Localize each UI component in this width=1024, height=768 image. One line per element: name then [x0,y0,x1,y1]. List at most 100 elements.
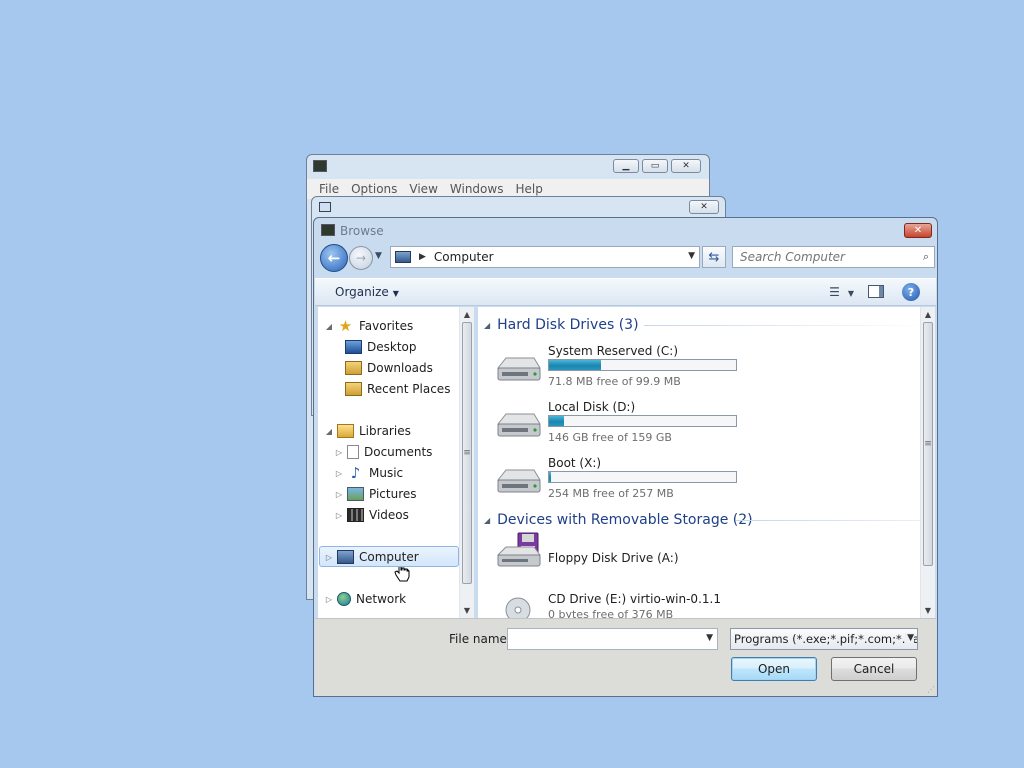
nav-videos[interactable]: ▷ Videos [334,505,409,525]
content-pane[interactable]: ◢ Hard Disk Drives (3) System Reserved (… [478,307,935,618]
drive-item[interactable]: Local Disk (D:) 146 GB free of 159 GB [494,400,914,454]
scrollbar-thumb[interactable]: ≡ [923,322,933,566]
nav-label: Pictures [369,487,417,501]
nav-label: Computer [359,550,419,564]
organize-label: Organize [335,285,389,299]
close-button[interactable]: ✕ [904,223,932,238]
group-header-label: Hard Disk Drives (3) [497,317,639,333]
scroll-up-arrow-icon[interactable]: ▲ [460,310,474,319]
expand-arrow-icon[interactable]: ▷ [334,490,344,499]
breadcrumb-arrow-icon[interactable]: ▶ [419,252,426,262]
music-icon: ♪ [350,464,361,482]
menu-file[interactable]: File [313,182,345,196]
nav-libraries[interactable]: ◢ Libraries [324,421,411,441]
nav-documents[interactable]: ▷ Documents [334,442,432,462]
file-type-select[interactable]: Programs (*.exe;*.pif;*.com;*.bat;*.cmd)… [730,628,918,650]
nav-label: Recent Places [367,382,451,396]
dialog-title: Browse [340,224,384,238]
close-button[interactable]: ✕ [689,200,719,214]
background-window-titlebar[interactable]: ▁ ▭ ✕ [307,155,709,179]
group-header-hdd[interactable]: ◢ Hard Disk Drives (3) [484,315,929,335]
content-scrollbar[interactable]: ▲ ≡ ▼ [920,307,935,618]
close-button[interactable]: ✕ [671,159,701,173]
menu-windows[interactable]: Windows [444,182,510,196]
drive-usage-fill [549,472,551,482]
nav-label: Favorites [359,319,414,333]
file-name-combobox[interactable]: ▼ [507,628,718,650]
computer-icon [337,550,354,564]
expand-arrow-icon[interactable]: ◢ [324,427,334,436]
change-view-button[interactable]: ☰ ▼ [829,285,854,299]
preview-pane-button[interactable] [868,285,884,298]
refresh-button[interactable]: ⇆ [702,246,726,268]
nav-pictures[interactable]: ▷ Pictures [334,484,417,504]
search-input[interactable] [740,250,910,264]
expand-arrow-icon[interactable]: ▷ [334,469,344,478]
floppy-drive-item[interactable]: Floppy Disk Drive (A:) [494,532,914,591]
nav-computer[interactable]: ▷ Computer [319,546,459,567]
chevron-down-icon[interactable]: ▼ [706,633,713,643]
resize-grip-icon[interactable]: ⋰ [927,685,935,694]
nav-favorites[interactable]: ◢ ★ Favorites [324,316,413,336]
expand-arrow-icon[interactable]: ▷ [334,448,344,457]
breadcrumb-computer[interactable]: Computer [434,250,494,264]
search-icon[interactable]: ⌕ [923,250,929,264]
star-icon: ★ [338,317,353,335]
browse-dialog: Browse ✕ ← → ▼ ▶ Computer ▼ ⇆ ⌕ Organize… [313,217,938,697]
nav-scrollbar[interactable]: ▲ ≡ ▼ [459,307,474,618]
menu-view[interactable]: View [403,182,443,196]
drive-name: Boot (X:) [548,456,602,470]
cd-drive-icon [505,597,531,618]
drive-usage-fill [549,416,564,426]
open-button[interactable]: Open [731,657,817,681]
drive-free-space: 254 MB free of 257 MB [548,487,674,500]
scroll-down-arrow-icon[interactable]: ▼ [460,606,474,615]
nav-downloads[interactable]: Downloads [342,358,433,378]
nav-desktop[interactable]: Desktop [342,337,417,357]
address-bar[interactable]: ▶ Computer ▼ [390,246,700,268]
hard-drive-icon [496,469,541,493]
menu-help[interactable]: Help [509,182,548,196]
network-icon [337,592,351,606]
chevron-down-icon[interactable]: ▼ [905,633,914,643]
drive-usage-fill [549,360,602,370]
nav-music[interactable]: ▷ ♪ Music [334,463,403,483]
help-button[interactable]: ? [902,283,920,301]
cancel-button[interactable]: Cancel [831,657,917,681]
search-box[interactable]: ⌕ [732,246,935,268]
cd-drive-item[interactable]: CD Drive (E:) virtio-win-0.1.1 0 bytes f… [494,592,914,618]
arrow-right-icon: → [355,251,367,265]
scrollbar-thumb[interactable]: ≡ [462,322,472,584]
group-header-removable[interactable]: ◢ Devices with Removable Storage (2) [484,510,935,530]
arrow-left-icon: ← [327,249,341,267]
minimize-button[interactable]: ▁ [613,159,639,173]
nav-label: Desktop [367,340,417,354]
expand-arrow-icon[interactable]: ▷ [324,553,334,562]
recent-pages-dropdown[interactable]: ▼ [375,251,382,261]
menu-options[interactable]: Options [345,182,403,196]
app-icon [313,160,327,172]
back-button[interactable]: ← [320,244,348,272]
help-icon: ? [907,285,915,299]
drive-item[interactable]: System Reserved (C:) 71.8 MB free of 99.… [494,344,914,398]
expand-arrow-icon[interactable]: ▷ [334,511,344,520]
expand-arrow-icon[interactable]: ▷ [324,595,334,604]
drive-name: System Reserved (C:) [548,344,679,358]
organize-menu[interactable]: Organize ▼ [335,285,399,299]
chevron-down-icon: ▼ [392,289,399,298]
collapse-arrow-icon[interactable]: ◢ [484,516,490,525]
dialog-titlebar[interactable]: Browse ✕ [314,218,937,244]
scroll-down-arrow-icon[interactable]: ▼ [921,606,935,615]
address-dropdown[interactable]: ▼ [688,251,695,261]
scroll-up-arrow-icon[interactable]: ▲ [921,310,935,319]
drive-free-space: 0 bytes free of 376 MB [548,608,674,618]
nav-network[interactable]: ▷ Network [324,589,406,609]
drive-item[interactable]: Boot (X:) 254 MB free of 257 MB [494,456,914,510]
maximize-button[interactable]: ▭ [642,159,668,173]
collapse-arrow-icon[interactable]: ◢ [484,321,490,330]
nav-recent-places[interactable]: Recent Places [342,379,450,399]
file-name-input[interactable] [508,629,698,649]
forward-button[interactable]: → [349,246,373,270]
expand-arrow-icon[interactable]: ◢ [324,322,334,331]
refresh-icon: ⇆ [708,249,720,265]
